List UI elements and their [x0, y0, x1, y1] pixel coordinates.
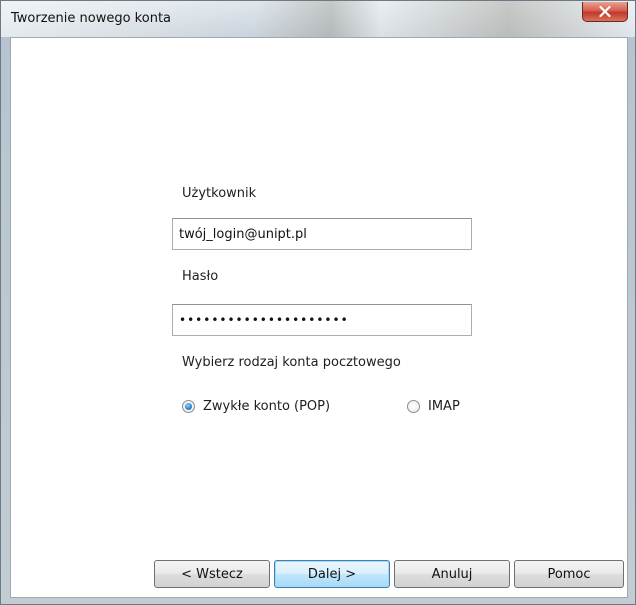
account-type-label: Wybierz rodzaj konta pocztowego — [182, 355, 401, 370]
password-label: Hasło — [182, 269, 219, 284]
radio-selected-dot — [185, 403, 192, 410]
close-icon — [599, 6, 611, 17]
radio-pop[interactable]: Zwykłe konto (POP) — [182, 399, 330, 414]
dialog-window: Tworzenie nowego konta Użytkownik Hasło … — [0, 0, 636, 605]
user-input[interactable] — [172, 218, 472, 250]
radio-pop-label: Zwykłe konto (POP) — [203, 399, 331, 414]
password-input[interactable]: ••••••••••••••••••••• — [172, 304, 472, 336]
dialog-content: Użytkownik Hasło ••••••••••••••••••••• W… — [10, 37, 628, 598]
radio-imap[interactable]: IMAP — [407, 399, 460, 414]
close-button[interactable] — [582, 2, 628, 22]
title-bar[interactable]: Tworzenie nowego konta — [1, 1, 635, 37]
window-title: Tworzenie nowego konta — [11, 11, 172, 26]
help-button[interactable]: Pomoc — [514, 560, 624, 588]
next-button[interactable]: Dalej > — [274, 560, 390, 588]
radio-imap-label: IMAP — [428, 399, 460, 414]
user-label: Użytkownik — [182, 186, 257, 201]
back-button[interactable]: < Wstecz — [154, 560, 270, 588]
radio-button-imap[interactable] — [407, 400, 420, 413]
cancel-button[interactable]: Anuluj — [394, 560, 510, 588]
radio-button-pop[interactable] — [182, 400, 195, 413]
